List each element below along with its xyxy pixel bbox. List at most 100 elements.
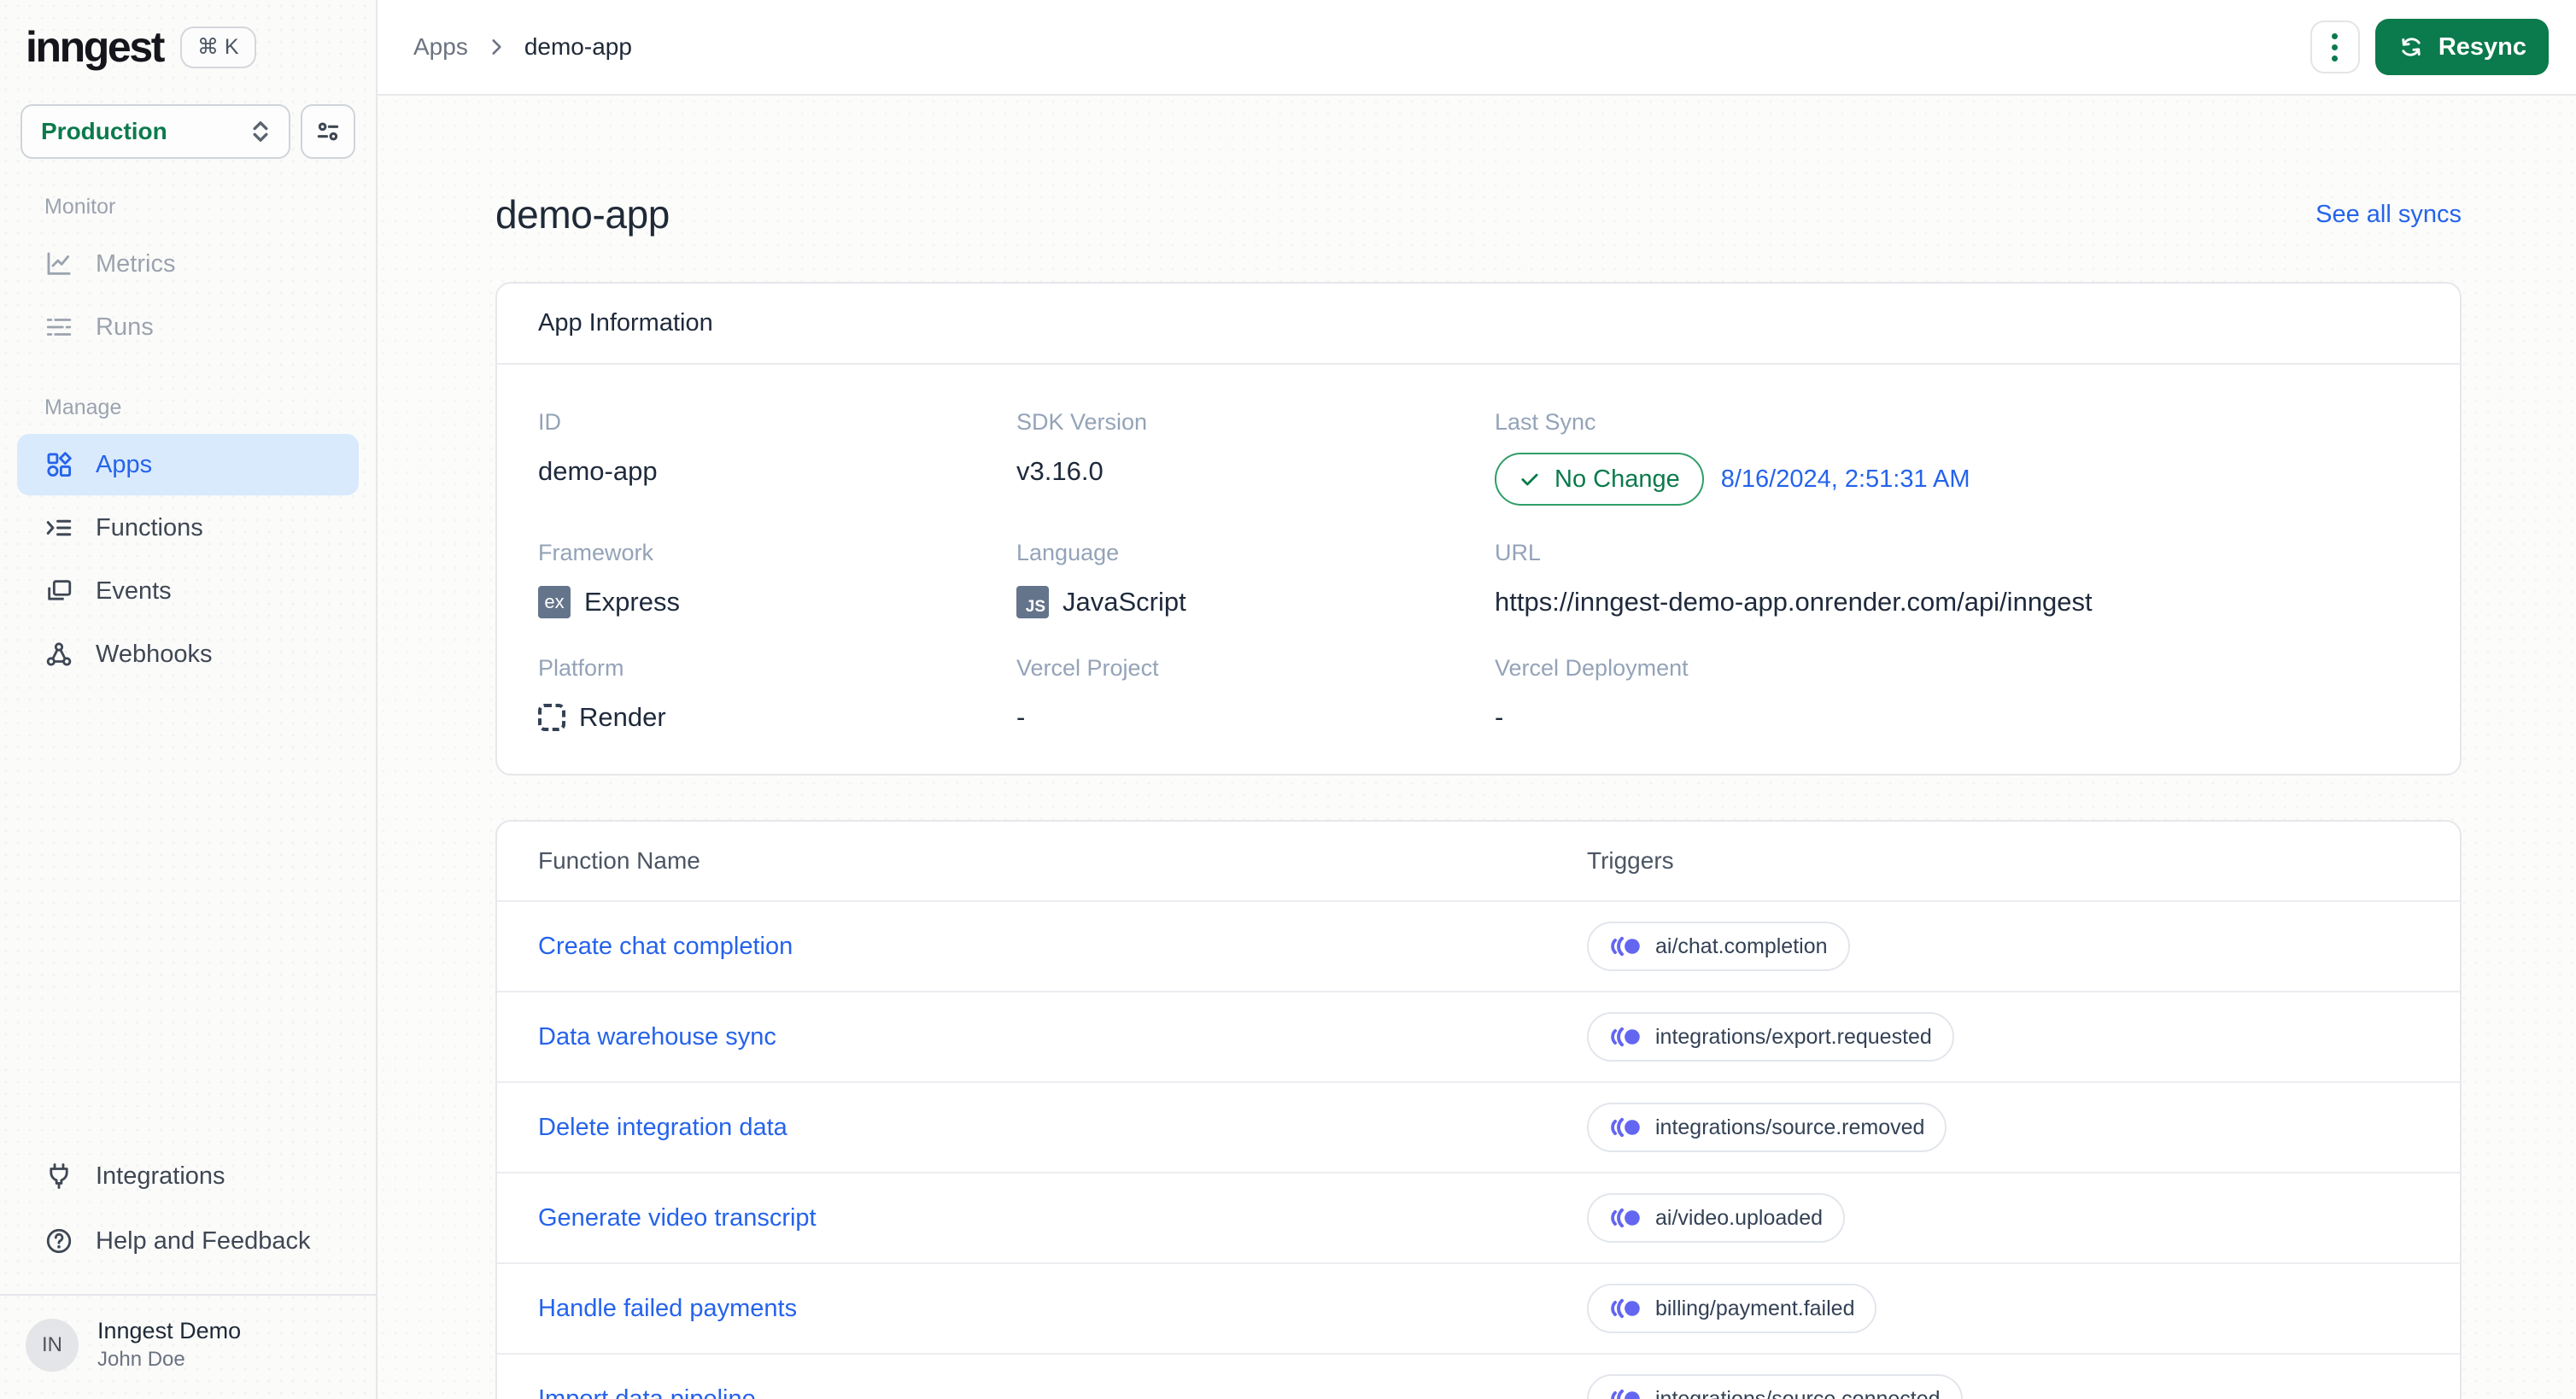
nav-section-monitor: Monitor [44,195,116,219]
breadcrumb-current: demo-app [524,33,632,60]
page-title: demo-app [495,192,670,237]
trigger-badge: billing/payment.failed [1587,1284,1877,1333]
event-trigger-icon [1609,1207,1642,1229]
chevron-right-icon [485,36,507,58]
event-trigger-icon [1609,1297,1642,1320]
sidebar-item-label: Integrations [96,1162,225,1190]
avatar: IN [26,1318,79,1372]
field-framework: Framework ex Express [538,540,680,618]
user-name: John Doe [97,1348,185,1371]
chevron-up-down-icon [248,117,273,146]
field-vercel-project: Vercel Project - [1016,655,1159,732]
table-row: Handle failed payments billing/payment.f… [497,1262,2460,1353]
app-actions-menu-button[interactable] [2310,20,2360,73]
table-row: Data warehouse sync integrations/export.… [497,991,2460,1081]
functions-icon [44,513,73,542]
command-k-shortcut-badge[interactable]: ⌘ K [179,26,256,68]
function-link[interactable]: Delete integration data [538,1114,1587,1142]
sidebar: inngest ⌘ K Production Monitor Metrics R… [0,0,378,1399]
environment-label: Production [41,118,167,144]
trigger-badge: ai/video.uploaded [1587,1193,1845,1243]
column-triggers: Triggers [1587,847,1674,874]
metrics-chart-icon [44,249,73,278]
field-url: URL https://inngest-demo-app.onrender.co… [1495,540,2093,617]
plug-icon [44,1162,73,1191]
sidebar-item-events[interactable]: Events [17,560,359,622]
event-trigger-icon [1609,935,1642,957]
table-row: Import data pipeline integrations/source… [497,1353,2460,1399]
sidebar-item-integrations[interactable]: Integrations [17,1145,359,1207]
topbar: Apps demo-app Resync [378,0,2576,96]
check-icon [1519,468,1541,490]
app-information-title: App Information [497,284,2460,365]
sidebar-item-runs[interactable]: Runs [17,296,359,358]
functions-table-header: Function Name Triggers [497,822,2460,900]
kebab-icon [2332,32,2339,39]
sidebar-item-label: Help and Feedback [96,1226,311,1255]
sidebar-item-webhooks[interactable]: Webhooks [17,623,359,685]
apps-shapes-icon [44,450,73,479]
table-row: Create chat completion ai/chat.completio… [497,900,2460,991]
page-content: demo-app See all syncs App Information I… [378,96,2576,1399]
trigger-badge: integrations/export.requested [1587,1012,1954,1062]
function-link[interactable]: Handle failed payments [538,1295,1587,1323]
field-id: ID demo-app [538,409,658,486]
resync-button[interactable]: Resync [2374,19,2549,75]
table-row: Generate video transcript ai/video.uploa… [497,1172,2460,1262]
event-trigger-icon [1609,1388,1642,1399]
app-information-card: App Information ID demo-app SDK Version … [495,282,2462,776]
sidebar-item-apps[interactable]: Apps [17,434,359,495]
nav-section-manage: Manage [44,395,122,419]
trigger-badge: ai/chat.completion [1587,922,1850,971]
function-link[interactable]: Create chat completion [538,933,1587,961]
sidebar-item-label: Runs [96,313,154,341]
function-link[interactable]: Generate video transcript [538,1204,1587,1232]
sidebar-item-label: Events [96,577,172,605]
breadcrumb: Apps demo-app [413,33,632,61]
inngest-logo[interactable]: inngest [26,26,165,68]
field-last-sync: Last Sync No Change 8/16/2024, 2:51:31 A… [1495,409,2419,506]
function-link[interactable]: Data warehouse sync [538,1023,1587,1051]
field-sdk-version: SDK Version v3.16.0 [1016,409,1148,486]
sidebar-item-label: Webhooks [96,640,213,668]
sidebar-nav: Monitor Metrics Runs Manage Apps Functio… [0,183,376,687]
trigger-badge: integrations/source.removed [1587,1103,1947,1152]
app-window: inngest ⌘ K Production Monitor Metrics R… [0,0,2576,1399]
sidebar-item-label: Apps [96,450,153,478]
breadcrumb-apps-link[interactable]: Apps [413,33,468,61]
events-icon [44,577,73,606]
render-icon [538,704,565,731]
question-circle-icon [44,1226,73,1256]
sidebar-item-label: Functions [96,513,203,541]
field-platform: Platform Render [538,655,666,732]
table-row: Delete integration data integrations/sou… [497,1081,2460,1172]
event-trigger-icon [1609,1026,1642,1048]
sidebar-item-functions[interactable]: Functions [17,497,359,559]
field-language: Language JS JavaScript [1016,540,1186,618]
function-link[interactable]: Import data pipeline [538,1385,1587,1399]
column-function-name: Function Name [538,847,700,874]
functions-table-card: Function Name Triggers Create chat compl… [495,820,2462,1399]
last-sync-timestamp-link[interactable]: 8/16/2024, 2:51:31 AM [1721,465,1970,494]
resync-label: Resync [2438,32,2526,61]
sidebar-item-help[interactable]: Help and Feedback [17,1210,359,1272]
sync-icon [2397,33,2425,61]
user-menu[interactable]: IN Inngest Demo John Doe [0,1296,376,1399]
no-change-status-badge: No Change [1495,453,1704,506]
environment-selector[interactable]: Production [20,104,290,159]
express-icon: ex [538,586,571,618]
runs-list-icon [44,313,73,342]
logo-row: inngest ⌘ K [0,0,376,68]
field-vercel-deployment: Vercel Deployment - [1495,655,1689,732]
trigger-badge: integrations/source.connected [1587,1374,1963,1399]
sidebar-item-label: Metrics [96,249,176,278]
see-all-syncs-link[interactable]: See all syncs [2315,201,2462,229]
main-area: Apps demo-app Resync demo-app See all sy… [378,0,2576,1399]
event-trigger-icon [1609,1116,1642,1139]
javascript-icon: JS [1016,586,1049,618]
webhooks-icon [44,640,73,669]
environment-settings-button[interactable] [301,104,355,159]
sidebar-item-metrics[interactable]: Metrics [17,233,359,295]
sliders-icon [313,117,342,146]
user-org: Inngest Demo [97,1318,242,1343]
